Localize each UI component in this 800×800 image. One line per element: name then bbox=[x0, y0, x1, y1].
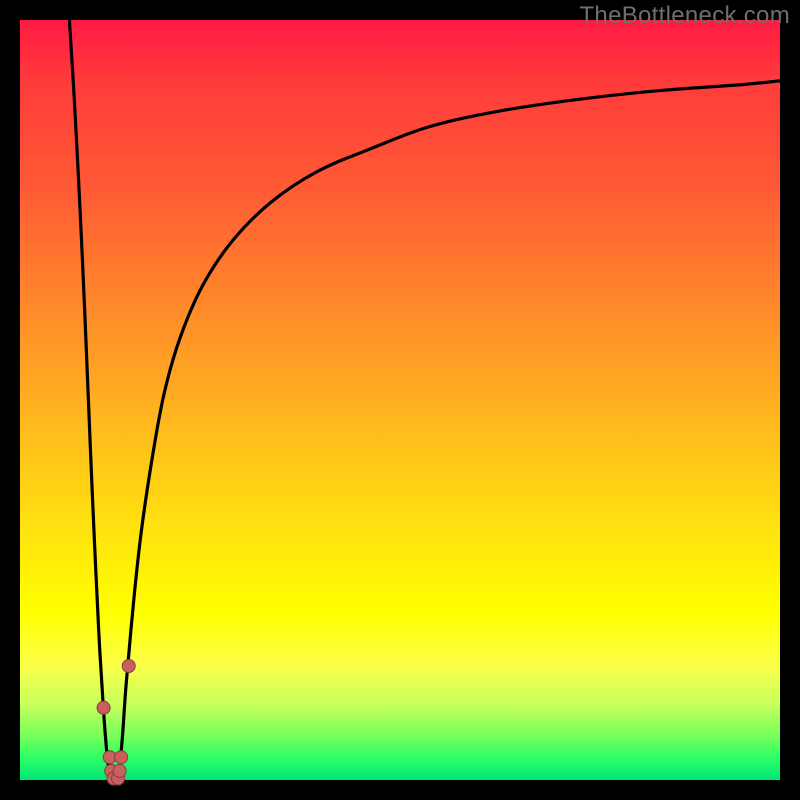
data-marker bbox=[113, 764, 126, 777]
watermark-text: TheBottleneck.com bbox=[579, 2, 790, 30]
left-branch-curve bbox=[69, 20, 110, 780]
data-marker bbox=[97, 701, 110, 714]
curve-group bbox=[69, 20, 780, 780]
data-marker bbox=[115, 751, 128, 764]
chart-frame: TheBottleneck.com bbox=[0, 0, 800, 800]
right-branch-curve bbox=[119, 81, 780, 780]
data-marker bbox=[122, 660, 135, 673]
chart-svg bbox=[20, 20, 780, 780]
